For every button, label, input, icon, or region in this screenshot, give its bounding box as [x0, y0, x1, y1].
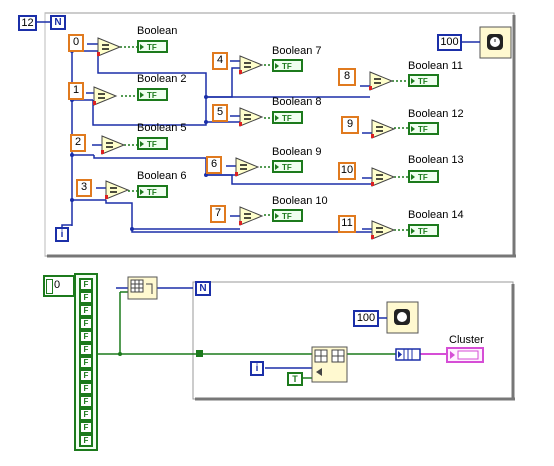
- arrow-icon: [140, 141, 144, 147]
- cluster-label: Cluster: [449, 334, 484, 346]
- tf-text: TF: [282, 212, 292, 221]
- tf-text: TF: [147, 43, 157, 52]
- arrow-icon: [411, 174, 415, 180]
- numeric-constant[interactable]: 9: [341, 116, 359, 134]
- boolean-label: Boolean 10: [272, 195, 328, 207]
- iteration-terminal: i: [250, 361, 264, 376]
- tf-text: TF: [418, 125, 428, 134]
- count-terminal: N: [195, 281, 211, 296]
- false-constant[interactable]: F: [79, 408, 93, 421]
- boolean-indicator[interactable]: TF: [272, 160, 303, 173]
- tf-text: TF: [147, 140, 157, 149]
- arrow-icon: [140, 189, 144, 195]
- count-terminal: N: [50, 15, 66, 30]
- boolean-label: Boolean: [137, 25, 178, 37]
- tf-text: TF: [418, 77, 428, 86]
- tf-text: TF: [147, 91, 157, 100]
- arrow-icon: [411, 126, 415, 132]
- boolean-indicator[interactable]: TF: [408, 122, 439, 135]
- wait-ms-icon[interactable]: [386, 301, 419, 334]
- numeric-constant[interactable]: 4: [212, 52, 228, 70]
- arrow-icon: [275, 115, 279, 121]
- boolean-indicator[interactable]: TF: [137, 185, 168, 198]
- tf-text: TF: [282, 62, 292, 71]
- arrow-icon: [411, 78, 415, 84]
- false-constant[interactable]: F: [79, 343, 93, 356]
- false-constant[interactable]: F: [79, 278, 93, 291]
- boolean-label: Boolean 13: [408, 154, 464, 166]
- tf-text: TF: [418, 173, 428, 182]
- boolean-indicator[interactable]: TF: [272, 59, 303, 72]
- numeric-constant[interactable]: 10: [338, 162, 356, 180]
- numeric-constant[interactable]: 8: [338, 68, 356, 86]
- boolean-indicator[interactable]: TF: [137, 40, 168, 53]
- false-constant[interactable]: F: [79, 395, 93, 408]
- boolean-indicator[interactable]: TF: [272, 111, 303, 124]
- boolean-label: Boolean 11: [408, 60, 463, 72]
- arrow-icon: [411, 228, 415, 234]
- boolean-indicator[interactable]: TF: [272, 209, 303, 222]
- array-index[interactable]: 0: [54, 279, 72, 294]
- boolean-label: Boolean 6: [137, 170, 187, 182]
- true-constant[interactable]: T: [287, 372, 303, 386]
- arrow-icon: [275, 63, 279, 69]
- false-constant[interactable]: F: [79, 317, 93, 330]
- boolean-label: Boolean 5: [137, 122, 187, 134]
- boolean-indicator[interactable]: TF: [408, 170, 439, 183]
- build-array-icon[interactable]: [311, 346, 348, 383]
- iteration-terminal: i: [55, 227, 69, 242]
- false-constant[interactable]: F: [79, 291, 93, 304]
- numeric-constant[interactable]: 3: [76, 179, 92, 197]
- wait-ms-icon[interactable]: [479, 26, 512, 59]
- false-constant[interactable]: F: [79, 330, 93, 343]
- cluster-indicator: [446, 347, 484, 363]
- false-constant[interactable]: F: [79, 304, 93, 317]
- false-constant[interactable]: F: [79, 434, 93, 447]
- boolean-label: Boolean 8: [272, 96, 322, 108]
- numeric-constant[interactable]: 0: [68, 34, 84, 52]
- boolean-indicator[interactable]: TF: [137, 88, 168, 101]
- boolean-label: Boolean 7: [272, 45, 322, 57]
- arrow-icon: [275, 213, 279, 219]
- array-size-icon[interactable]: [127, 276, 158, 300]
- numeric-constant[interactable]: 7: [210, 205, 226, 223]
- numeric-constant[interactable]: 2: [70, 134, 86, 152]
- arrow-icon: [140, 92, 144, 98]
- wait-value[interactable]: 100: [353, 310, 379, 327]
- arrow-icon: [140, 44, 144, 50]
- count-value[interactable]: 12: [18, 15, 37, 31]
- boolean-label: Boolean 12: [408, 108, 464, 120]
- boolean-indicator[interactable]: TF: [137, 137, 168, 150]
- tf-text: TF: [147, 188, 157, 197]
- boolean-label: Boolean 9: [272, 146, 322, 158]
- numeric-constant[interactable]: 1: [68, 82, 84, 100]
- numeric-constant[interactable]: 5: [212, 104, 228, 122]
- boolean-indicator[interactable]: TF: [408, 74, 439, 87]
- boolean-label: Boolean 14: [408, 209, 464, 221]
- numeric-constant[interactable]: 6: [206, 156, 222, 174]
- false-constant[interactable]: F: [79, 382, 93, 395]
- tf-text: TF: [282, 114, 292, 123]
- arrow-icon: [275, 164, 279, 170]
- wait-value[interactable]: 100: [437, 34, 462, 51]
- numeric-constant[interactable]: 11: [338, 215, 356, 233]
- bundle-icon[interactable]: [395, 348, 421, 361]
- tunnel: [196, 350, 203, 357]
- index-stepper[interactable]: [46, 279, 53, 294]
- tf-text: TF: [282, 163, 292, 172]
- false-constant[interactable]: F: [79, 369, 93, 382]
- boolean-label: Boolean 2: [137, 73, 187, 85]
- false-constant[interactable]: F: [79, 356, 93, 369]
- false-constant[interactable]: F: [79, 421, 93, 434]
- boolean-indicator[interactable]: TF: [408, 224, 439, 237]
- tf-text: TF: [418, 227, 428, 236]
